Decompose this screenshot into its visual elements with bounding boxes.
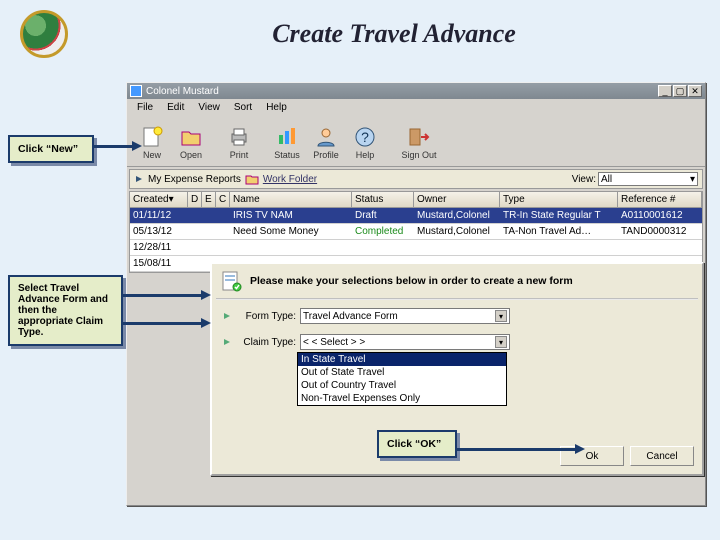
profile-button[interactable]: Profile — [307, 120, 345, 160]
claim-type-label: Claim Type: — [236, 337, 296, 348]
view-value: All — [601, 174, 612, 185]
col-c[interactable]: C — [216, 192, 230, 207]
cancel-button[interactable]: Cancel — [630, 446, 694, 466]
chevron-down-icon — [495, 310, 507, 322]
new-icon — [140, 125, 164, 149]
claim-option[interactable]: Out of State Travel — [298, 366, 506, 379]
cell-created: 15/08/11 — [130, 257, 188, 270]
new-form-dialog: Please make your selections below in ord… — [210, 262, 704, 476]
help-icon: ? — [353, 125, 377, 149]
cell-name: IRIS TV NAM — [230, 209, 352, 222]
pane-title: My Expense Reports — [148, 174, 241, 185]
claim-type-value: < < Select > > — [303, 337, 365, 348]
claim-option[interactable]: Non-Travel Expenses Only — [298, 392, 506, 405]
col-created[interactable]: Created▾ — [130, 192, 188, 207]
cell-type: TR-In State Regular T — [500, 209, 618, 222]
claim-type-listbox[interactable]: In State Travel Out of State Travel Out … — [297, 352, 507, 406]
help-button[interactable]: ? Help — [346, 120, 384, 160]
help-label: Help — [356, 150, 375, 160]
cell-ref: A0110001612 — [618, 209, 702, 222]
form-type-label: Form Type: — [236, 311, 296, 322]
open-button[interactable]: Open — [172, 120, 210, 160]
col-name[interactable]: Name — [230, 192, 352, 207]
col-status[interactable]: Status — [352, 192, 414, 207]
callout-ok: Click “OK” — [377, 430, 457, 458]
dialog-header: Please make your selections below in ord… — [250, 275, 573, 287]
arrow-to-formtype — [123, 294, 203, 297]
page-title: Create Travel Advance — [88, 19, 700, 49]
menu-view[interactable]: View — [192, 101, 226, 114]
minimize-button[interactable]: _ — [658, 85, 672, 97]
col-type[interactable]: Type — [500, 192, 618, 207]
col-ref[interactable]: Reference # — [618, 192, 702, 207]
bullet-icon — [222, 311, 232, 321]
callout-new: Click “New” — [8, 135, 94, 163]
cell-owner: Mustard,Colonel — [414, 225, 500, 238]
chevron-down-icon: ▾ — [690, 174, 695, 185]
arrow-to-claimtype — [123, 322, 203, 325]
col-d[interactable]: D — [188, 192, 202, 207]
maximize-button[interactable]: ▢ — [673, 85, 687, 97]
col-owner[interactable]: Owner — [414, 192, 500, 207]
view-label: View: — [572, 174, 596, 185]
cell-status: Draft — [352, 209, 414, 222]
form-type-select[interactable]: Travel Advance Form — [300, 308, 510, 324]
new-label: New — [143, 150, 161, 160]
table-row[interactable]: 12/28/11 — [130, 240, 702, 256]
menu-help[interactable]: Help — [260, 101, 293, 114]
form-icon — [220, 270, 242, 292]
menubar: File Edit View Sort Help — [127, 99, 705, 116]
toolbar: New Open Print Status Profile ? Help Sig… — [127, 116, 705, 167]
window-title: Colonel Mustard — [146, 86, 654, 97]
table-row[interactable]: 01/11/12 IRIS TV NAM Draft Mustard,Colon… — [130, 208, 702, 224]
profile-label: Profile — [313, 150, 339, 160]
arrow-to-new — [94, 145, 134, 148]
svg-text:?: ? — [361, 129, 369, 145]
cell-created: 12/28/11 — [130, 241, 188, 254]
print-label: Print — [230, 150, 249, 160]
menu-file[interactable]: File — [131, 101, 159, 114]
chevron-down-icon — [495, 336, 507, 348]
cell-ref: TAND0000312 — [618, 225, 702, 238]
titlebar: Colonel Mustard _ ▢ ✕ — [127, 83, 705, 99]
callout-select: Select Travel Advance Form and then the … — [8, 275, 123, 346]
signout-label: Sign Out — [401, 150, 436, 160]
grid-header: Created▾ D E C Name Status Owner Type Re… — [129, 191, 703, 208]
col-e[interactable]: E — [202, 192, 216, 207]
folder-icon — [245, 173, 259, 185]
cell-created: 01/11/12 — [130, 209, 188, 222]
view-select[interactable]: All ▾ — [598, 172, 698, 186]
signout-icon — [407, 125, 431, 149]
status-label: Status — [274, 150, 300, 160]
print-button[interactable]: Print — [220, 120, 258, 160]
app-icon — [130, 85, 142, 97]
profile-icon — [314, 125, 338, 149]
pane-header: My Expense Reports Work Folder View: All… — [129, 169, 703, 189]
new-button[interactable]: New — [133, 120, 171, 160]
bullet-icon — [222, 337, 232, 347]
form-type-value: Travel Advance Form — [303, 311, 398, 322]
menu-edit[interactable]: Edit — [161, 101, 190, 114]
claim-type-select[interactable]: < < Select > > — [300, 334, 510, 350]
work-folder[interactable]: Work Folder — [263, 174, 317, 185]
cell-owner: Mustard,Colonel — [414, 209, 500, 222]
cell-created: 05/13/12 — [130, 225, 188, 238]
arrow-to-ok — [457, 448, 577, 451]
status-icon — [275, 125, 299, 149]
open-label: Open — [180, 150, 202, 160]
cell-status: Completed — [352, 225, 414, 238]
expand-icon[interactable] — [134, 174, 144, 184]
print-icon — [227, 125, 251, 149]
cell-type: TA-Non Travel Ad… — [500, 225, 618, 238]
open-icon — [179, 125, 203, 149]
claim-option[interactable]: Out of Country Travel — [298, 379, 506, 392]
caters-global-logo — [20, 10, 68, 58]
table-row[interactable]: 05/13/12 Need Some Money Completed Musta… — [130, 224, 702, 240]
close-button[interactable]: ✕ — [688, 85, 702, 97]
status-button[interactable]: Status — [268, 120, 306, 160]
menu-sort[interactable]: Sort — [228, 101, 258, 114]
signout-button[interactable]: Sign Out — [394, 120, 444, 160]
claim-option[interactable]: In State Travel — [298, 353, 506, 366]
cell-name: Need Some Money — [230, 225, 352, 238]
